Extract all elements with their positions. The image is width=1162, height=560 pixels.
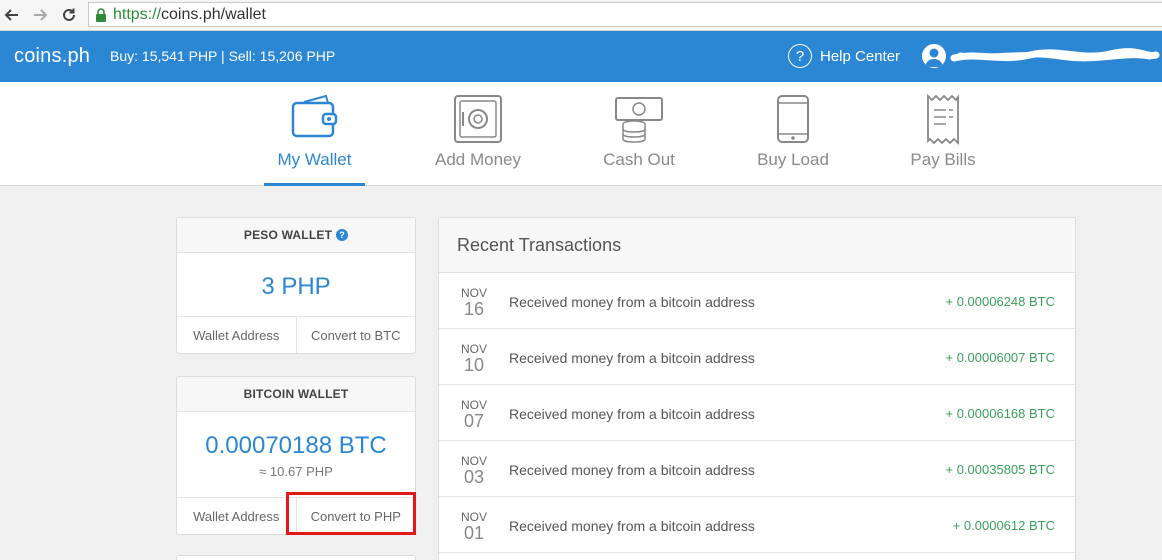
- btc-php-equivalent: ≈ 10.67 PHP: [259, 464, 333, 479]
- help-center-link[interactable]: ? Help Center: [788, 44, 900, 68]
- nav-cash-out[interactable]: Cash Out: [596, 82, 682, 186]
- recent-transactions-title: Recent Transactions: [439, 218, 1075, 273]
- tx-amount: + 0.00006168 BTC: [945, 406, 1056, 421]
- url-scheme: https://: [113, 5, 162, 23]
- tx-month: NOV: [461, 454, 488, 468]
- help-center-label: Help Center: [820, 47, 901, 65]
- nav-pay-bills[interactable]: Pay Bills: [906, 82, 980, 186]
- tx-description: Received money from a bitcoin address: [509, 462, 755, 478]
- app-header: coins.ph Buy: 15,541 PHP | Sell: 15,206 …: [0, 31, 1162, 82]
- tx-description: Received money from a bitcoin address: [509, 350, 755, 366]
- next-card-partial: [176, 555, 416, 560]
- peso-wallet-card: PESO WALLET ? 3 PHP Wallet Address Conve…: [176, 217, 416, 354]
- transaction-row[interactable]: NOV 01 Received money from a bitcoin add…: [439, 497, 1075, 553]
- cash-icon: [614, 94, 664, 149]
- tx-month: NOV: [461, 510, 488, 524]
- browser-toolbar: https://coins.ph/wallet: [0, 0, 1162, 31]
- tx-month: NOV: [461, 342, 488, 356]
- main-nav: My Wallet Add Money Cash Out Buy Load Pa…: [0, 82, 1162, 186]
- nav-pay-bills-label: Pay Bills: [910, 150, 976, 169]
- nav-buy-load-label: Buy Load: [757, 150, 829, 169]
- convert-to-btc-link[interactable]: Convert to BTC: [295, 317, 416, 353]
- bitcoin-wallet-title: BITCOIN WALLET: [243, 387, 349, 401]
- reload-icon[interactable]: [59, 5, 79, 25]
- tx-description: Received money from a bitcoin address: [509, 294, 755, 310]
- tx-amount: + 0.00006007 BTC: [945, 350, 1056, 365]
- tx-month: NOV: [461, 286, 488, 300]
- btc-wallet-address-link[interactable]: Wallet Address: [177, 498, 296, 534]
- redacted-username: [950, 48, 1160, 62]
- nav-add-money-label: Add Money: [435, 150, 521, 169]
- nav-cash-out-label: Cash Out: [603, 150, 675, 169]
- help-icon: ?: [788, 44, 812, 68]
- peso-wallet-actions: Wallet Address Convert to BTC: [177, 316, 415, 353]
- logo[interactable]: coins.ph: [14, 45, 90, 68]
- transaction-row[interactable]: NOV 10 Received money from a bitcoin add…: [439, 329, 1075, 385]
- nav-add-money[interactable]: Add Money: [430, 82, 526, 186]
- user-menu[interactable]: [922, 44, 1162, 68]
- nav-buy-load[interactable]: Buy Load: [752, 82, 834, 186]
- info-icon[interactable]: ?: [336, 229, 349, 241]
- tx-day: 10: [464, 355, 485, 375]
- address-bar[interactable]: https://coins.ph/wallet: [88, 2, 1162, 27]
- nav-my-wallet-label: My Wallet: [277, 150, 352, 169]
- forward-arrow-icon[interactable]: [30, 5, 50, 25]
- peso-wallet-title: PESO WALLET: [243, 228, 333, 242]
- exchange-rates: Buy: 15,541 PHP | Sell: 15,206 PHP: [110, 48, 336, 64]
- highlight-annotation: [286, 492, 416, 535]
- tx-description: Received money from a bitcoin address: [509, 518, 755, 534]
- tx-amount: + 0.00035805 BTC: [945, 462, 1056, 477]
- peso-balance: 3 PHP: [261, 273, 331, 300]
- transaction-row[interactable]: NOV 07 Received money from a bitcoin add…: [439, 385, 1075, 441]
- peso-wallet-address-link[interactable]: Wallet Address: [177, 317, 296, 353]
- safe-icon: [453, 94, 503, 149]
- receipt-icon: [925, 93, 961, 151]
- wallet-icon: [290, 94, 340, 145]
- tx-day: 03: [464, 467, 485, 487]
- recent-transactions-panel: Recent Transactions NOV 16 Received mone…: [438, 217, 1076, 560]
- back-arrow-icon[interactable]: [2, 5, 22, 25]
- tx-day: 16: [464, 299, 485, 319]
- nav-my-wallet[interactable]: My Wallet: [264, 82, 365, 186]
- btc-balance: 0.00070188 BTC: [205, 432, 387, 459]
- transaction-row[interactable]: NOV 16 Received money from a bitcoin add…: [439, 273, 1075, 329]
- bitcoin-wallet-header: BITCOIN WALLET: [177, 377, 415, 412]
- transaction-row[interactable]: NOV 03 Received money from a bitcoin add…: [439, 441, 1075, 497]
- tx-month: NOV: [461, 398, 488, 412]
- tx-amount: + 0.00006248 BTC: [945, 294, 1056, 309]
- url-path: coins.ph/wallet: [161, 5, 266, 23]
- peso-wallet-header: PESO WALLET ?: [177, 218, 415, 253]
- tx-day: 07: [464, 411, 485, 431]
- avatar-icon: [922, 44, 946, 68]
- tx-day: 01: [464, 523, 485, 543]
- phone-icon: [776, 94, 810, 149]
- tx-description: Received money from a bitcoin address: [509, 406, 755, 422]
- tx-amount: + 0.0000612 BTC: [952, 518, 1055, 533]
- lock-icon: [95, 7, 107, 22]
